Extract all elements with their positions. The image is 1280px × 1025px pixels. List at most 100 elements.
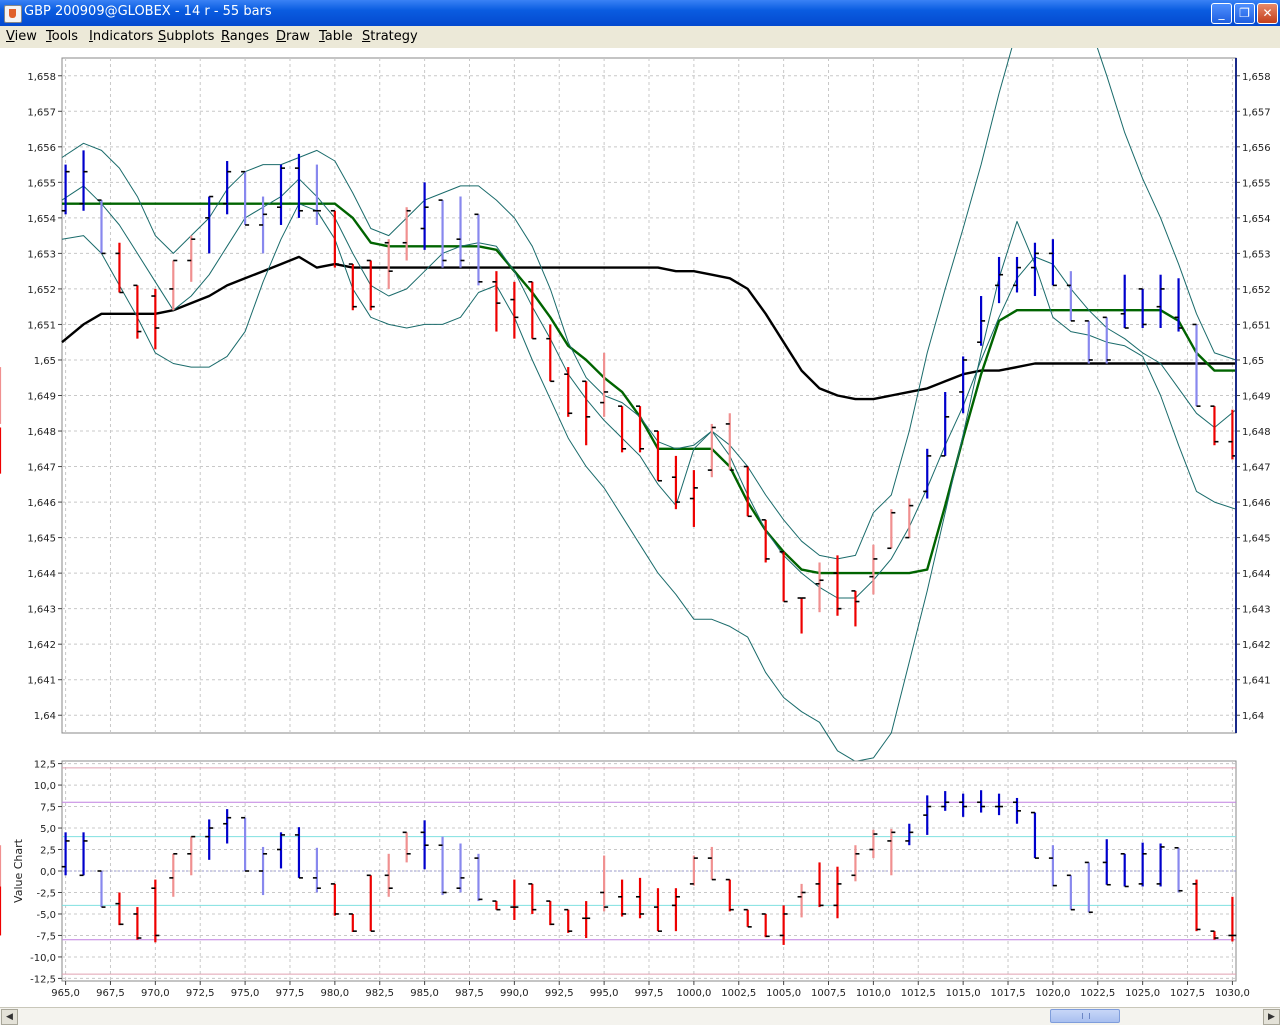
xtick-label: 1027,5 bbox=[1170, 988, 1205, 999]
value-ytick-label: 0,0 bbox=[40, 867, 56, 878]
scroll-grip-icon bbox=[1082, 1013, 1090, 1019]
value-chart-ylabel: Value Chart bbox=[12, 838, 25, 903]
price-panel: 1,658 1,658 1,657 1,657 1,656 1,656 1,655 1,655… bbox=[0, 48, 1271, 762]
price-ytick-label: 1,652 bbox=[27, 285, 56, 296]
xtick-label: 1000,0 bbox=[676, 988, 711, 999]
xtick-label: 997,5 bbox=[635, 988, 664, 999]
value-ytick-label: -12,5 bbox=[30, 974, 56, 985]
value-ytick-label: 12,5 bbox=[34, 760, 56, 771]
menu-view[interactable]: View bbox=[6, 29, 37, 44]
price-ytick-label-right: 1,649 bbox=[1242, 392, 1271, 403]
java-app-icon bbox=[4, 5, 22, 23]
xtick-label: 1015,0 bbox=[946, 988, 981, 999]
value-ytick-label: 2,5 bbox=[40, 846, 56, 857]
menu-tools[interactable]: Tools bbox=[46, 29, 78, 44]
price-ytick-label-right: 1,643 bbox=[1242, 605, 1271, 616]
xtick-label: 982,5 bbox=[365, 988, 394, 999]
price-ytick-label: 1,647 bbox=[27, 463, 56, 474]
price-ytick-label: 1,656 bbox=[27, 143, 56, 154]
price-ytick-label: 1,655 bbox=[27, 178, 56, 189]
xtick-label: 1030,0 bbox=[1215, 988, 1250, 999]
scroll-thumb[interactable] bbox=[1050, 1009, 1120, 1023]
value-ytick-label: -2,5 bbox=[36, 888, 56, 899]
value-ytick-label: 7,5 bbox=[40, 803, 56, 814]
title-bar: GBP 200909@GLOBEX - 14 r - 55 bars _ ❐ ✕ bbox=[0, 0, 1280, 26]
value-ytick-label: -7,5 bbox=[36, 931, 56, 942]
price-ytick-label: 1,642 bbox=[27, 640, 56, 651]
xtick-label: 1010,0 bbox=[856, 988, 891, 999]
xtick-label: 987,5 bbox=[455, 988, 484, 999]
price-ytick-label-right: 1,655 bbox=[1242, 178, 1271, 189]
price-ytick-label: 1,65 bbox=[34, 356, 56, 367]
xtick-label: 977,5 bbox=[276, 988, 305, 999]
price-ytick-label: 1,645 bbox=[27, 534, 56, 545]
xtick-label: 965,0 bbox=[51, 988, 80, 999]
price-ytick-label-right: 1,641 bbox=[1242, 676, 1271, 687]
value-ytick-label: -10,0 bbox=[30, 953, 56, 964]
price-ytick-label: 1,641 bbox=[27, 676, 56, 687]
price-ytick-label: 1,651 bbox=[27, 320, 56, 331]
value-ytick-label: 5,0 bbox=[40, 824, 56, 835]
xtick-label: 1012,5 bbox=[901, 988, 936, 999]
menu-indicators[interactable]: Indicators bbox=[89, 29, 153, 44]
horizontal-scrollbar[interactable]: ◀ ▶ bbox=[0, 1007, 1280, 1025]
price-ytick-label-right: 1,646 bbox=[1242, 498, 1271, 509]
menu-strategy[interactable]: Strategy bbox=[362, 29, 418, 44]
price-ytick-label-right: 1,652 bbox=[1242, 285, 1271, 296]
price-ytick-label-right: 1,653 bbox=[1242, 249, 1271, 260]
price-ytick-label-right: 1,656 bbox=[1242, 143, 1271, 154]
xtick-label: 980,0 bbox=[321, 988, 350, 999]
price-ytick-label: 1,64 bbox=[34, 711, 56, 722]
menu-draw[interactable]: Draw bbox=[276, 29, 310, 44]
price-ytick-label: 1,646 bbox=[27, 498, 56, 509]
xtick-label: 1005,0 bbox=[766, 988, 801, 999]
price-ytick-label-right: 1,658 bbox=[1242, 72, 1271, 83]
minimize-button[interactable]: _ bbox=[1211, 3, 1232, 24]
price-ytick-label-right: 1,65 bbox=[1242, 356, 1264, 367]
maximize-button[interactable]: ❐ bbox=[1234, 3, 1255, 24]
xtick-label: 1002,5 bbox=[721, 988, 756, 999]
price-ytick-label-right: 1,654 bbox=[1242, 214, 1271, 225]
price-ytick-label: 1,648 bbox=[27, 427, 56, 438]
chart-area[interactable]: 1,658 1,658 1,657 1,657 1,656 1,656 1,655 1,655… bbox=[0, 48, 1280, 1008]
xtick-label: 972,5 bbox=[186, 988, 215, 999]
value-ytick-label: 10,0 bbox=[34, 781, 56, 792]
xtick-label: 990,0 bbox=[500, 988, 529, 999]
price-ytick-label: 1,654 bbox=[27, 214, 56, 225]
price-ytick-label: 1,658 bbox=[27, 72, 56, 83]
price-ytick-label-right: 1,648 bbox=[1242, 427, 1271, 438]
window-title: GBP 200909@GLOBEX - 14 r - 55 bars bbox=[24, 4, 272, 19]
xtick-label: 970,0 bbox=[141, 988, 170, 999]
xtick-label: 967,5 bbox=[96, 988, 125, 999]
menu-ranges[interactable]: Ranges bbox=[221, 29, 269, 44]
price-ytick-label: 1,649 bbox=[27, 392, 56, 403]
price-ytick-label-right: 1,647 bbox=[1242, 463, 1271, 474]
price-ytick-label: 1,643 bbox=[27, 605, 56, 616]
price-ytick-label-right: 1,644 bbox=[1242, 569, 1271, 580]
scroll-right-arrow[interactable]: ▶ bbox=[1263, 1009, 1280, 1025]
xtick-label: 995,0 bbox=[590, 988, 619, 999]
price-ytick-label-right: 1,642 bbox=[1242, 640, 1271, 651]
xtick-label: 975,0 bbox=[231, 988, 260, 999]
xtick-label: 985,0 bbox=[410, 988, 439, 999]
price-ytick-label: 1,644 bbox=[27, 569, 56, 580]
xtick-label: 1020,0 bbox=[1035, 988, 1070, 999]
menu-bar: View Tools Indicators Subplots Ranges Dr… bbox=[0, 26, 1280, 48]
price-ytick-label-right: 1,657 bbox=[1242, 107, 1271, 118]
price-ytick-label-right: 1,645 bbox=[1242, 534, 1271, 545]
chart-canvas[interactable]: 1,658 1,6581,657 1,6571,656 1,6561,655 1,655… bbox=[0, 48, 1280, 1008]
price-ytick-label: 1,657 bbox=[27, 107, 56, 118]
price-ytick-label: 1,653 bbox=[27, 249, 56, 260]
scroll-left-arrow[interactable]: ◀ bbox=[1, 1009, 18, 1025]
menu-subplots[interactable]: Subplots bbox=[158, 29, 214, 44]
price-ytick-label-right: 1,651 bbox=[1242, 320, 1271, 331]
value-ytick-label: -5,0 bbox=[36, 910, 56, 921]
close-button[interactable]: ✕ bbox=[1257, 3, 1278, 24]
value-panel: 12,5 10,0 7,5 5,0 2,5 0,0 -2,5 -5,0 -7,5 -10,0 -12… bbox=[0, 760, 1250, 999]
menu-table[interactable]: Table bbox=[319, 29, 353, 44]
price-ytick-label-right: 1,64 bbox=[1242, 711, 1264, 722]
xtick-label: 1017,5 bbox=[991, 988, 1026, 999]
xtick-label: 1022,5 bbox=[1080, 988, 1115, 999]
xtick-label: 992,5 bbox=[545, 988, 574, 999]
xtick-label: 1007,5 bbox=[811, 988, 846, 999]
